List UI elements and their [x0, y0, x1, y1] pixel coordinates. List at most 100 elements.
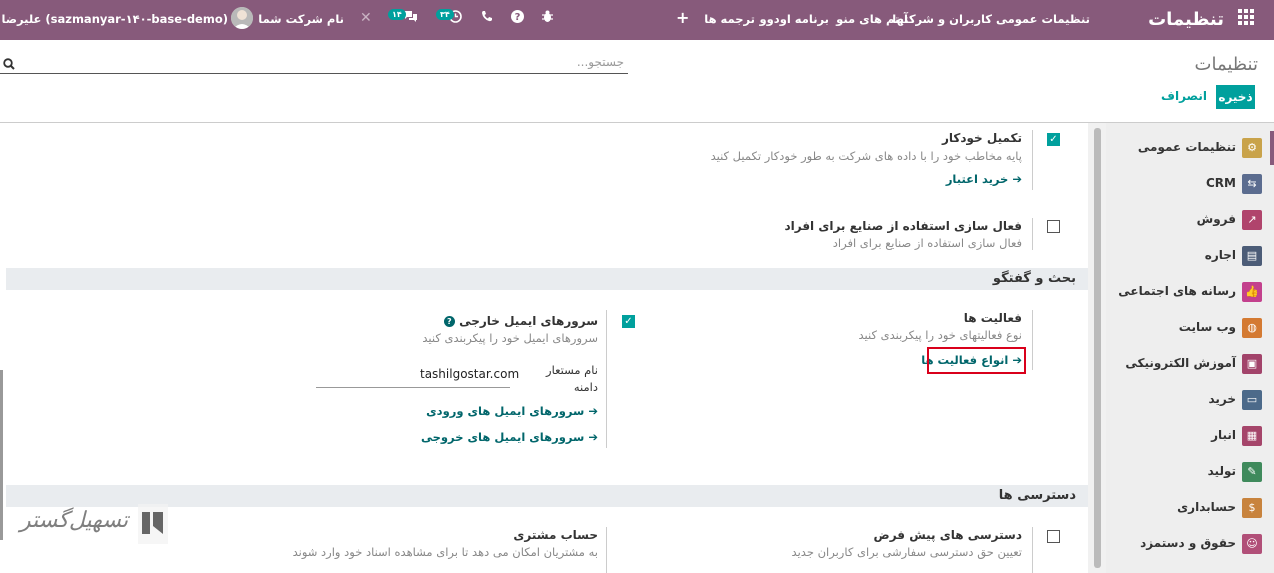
search-input[interactable]	[0, 50, 628, 74]
sidebar-item-sales[interactable]: ↗ فروش	[1106, 203, 1274, 239]
rental-icon: ▤	[1242, 246, 1262, 266]
help-icon[interactable]: ?	[511, 10, 524, 27]
elearning-icon: ▣	[1242, 354, 1262, 374]
app-title: تنظیمات	[1148, 9, 1224, 30]
user-menu[interactable]: علیرضا غضنفری (sazmanyar-۱۴۰-base-demo)	[0, 12, 228, 26]
arrow-right-icon: ➔	[1012, 172, 1022, 186]
sidebar-item-label: اجاره	[1204, 248, 1236, 262]
top-navbar: تنظیمات تنظیمات عمومی کاربران و شرکتها آ…	[0, 0, 1274, 40]
search-icon[interactable]	[3, 55, 15, 74]
industries-checkbox[interactable]	[1047, 220, 1060, 233]
svg-text:?: ?	[515, 12, 521, 23]
menu-items[interactable]: آیتم های منو	[836, 12, 908, 26]
messages-badge: ۱۴	[388, 9, 406, 20]
invoice-icon: $	[1242, 498, 1262, 518]
divider	[1032, 310, 1033, 370]
external-email-title: سرورهای ایمیل خارجی ?	[443, 314, 598, 328]
sidebar-item-social[interactable]: 👍 رسانه های اجتماعی	[1106, 275, 1274, 311]
autocomplete-title: تکمیل خودکار	[941, 131, 1022, 145]
sidebar-item-label: تولید	[1207, 464, 1236, 478]
page-title: تنظیمات	[1194, 54, 1258, 75]
control-panel-divider	[0, 122, 1274, 123]
buy-credits-label: خرید اعتبار	[945, 172, 1009, 186]
sidebar-item-label: آموزش الکترونیکی	[1125, 356, 1236, 370]
scrollbar-thumb[interactable]	[1094, 128, 1101, 568]
industries-desc: فعال سازی استفاده از صنایع برای افراد	[832, 236, 1022, 250]
bug-icon[interactable]	[541, 10, 554, 27]
watermark-mark-icon	[138, 504, 168, 544]
sidebar-item-label: فروش	[1196, 212, 1236, 226]
autocomplete-desc: پایه مخاطب خود را با داده های شرکت به طو…	[710, 149, 1022, 163]
sidebar-item-label: رسانه های اجتماعی	[1118, 284, 1236, 298]
sidebar-item-label: حسابداری	[1177, 500, 1236, 514]
discuss-section-header: بحث و گفتگو	[6, 268, 1088, 290]
buy-credits-link[interactable]: ➔ خرید اعتبار	[946, 172, 1022, 186]
phone-icon[interactable]	[481, 10, 493, 26]
external-email-desc: سرورهای ایمیل خود را پیکربندی کنید	[422, 331, 598, 345]
sidebar-item-label: تنظیمات عمومی	[1137, 140, 1236, 154]
alias-label: نام مستعار	[546, 363, 598, 377]
incoming-servers-link[interactable]: ➔ سرورهای ایمیل های ورودی	[426, 404, 598, 418]
arrow-right-icon: ➔	[588, 430, 598, 444]
sidebar-item-general[interactable]: ⚙ تنظیمات عمومی	[1106, 131, 1274, 167]
sidebar-item-website[interactable]: ◍ وب سایت	[1106, 311, 1274, 347]
customer-account-desc: به مشتریان امکان می دهد تا برای مشاهده ا…	[292, 545, 598, 559]
autocomplete-checkbox[interactable]: ✓	[1047, 133, 1060, 146]
outgoing-servers-label: سرورهای ایمیل های خروجی	[420, 430, 585, 444]
external-email-checkbox[interactable]: ✓	[622, 315, 635, 328]
access-section-title: دسترسی ها	[998, 488, 1076, 503]
sidebar-item-label: CRM	[1206, 176, 1236, 190]
menu-general-settings[interactable]: تنظیمات عمومی	[996, 12, 1090, 26]
domain-label: دامنه	[573, 380, 598, 394]
sidebar-item-purchase[interactable]: ▭ خرید	[1106, 383, 1274, 419]
divider	[606, 527, 607, 573]
card-icon: ▭	[1242, 390, 1262, 410]
menu-translations[interactable]: ترجمه ها	[704, 12, 755, 26]
divider	[1032, 527, 1033, 573]
highlight-box	[927, 347, 1026, 374]
company-switcher[interactable]: نام شرکت شما	[258, 12, 344, 26]
menu-odoo-apps[interactable]: برنامه اودوو	[760, 12, 830, 26]
outgoing-servers-link[interactable]: ➔ سرورهای ایمیل های خروجی	[421, 430, 598, 444]
discuss-section-title: بحث و گفتگو	[992, 271, 1076, 286]
box-icon: ▦	[1242, 426, 1262, 446]
settings-sidebar: ⚙ تنظیمات عمومی ⇆ CRM ↗ فروش ▤ اجاره 👍 ر…	[1106, 123, 1274, 573]
external-email-label: سرورهای ایمیل خارجی	[459, 314, 598, 328]
divider	[1032, 218, 1033, 250]
handshake-icon: ⇆	[1242, 174, 1262, 194]
domain-value: tashilgostar.com	[420, 367, 520, 381]
left-scroll-edge	[0, 370, 3, 540]
watermark-logo: تسهیل‌گستر	[20, 500, 170, 550]
sidebar-item-inventory[interactable]: ▦ انبار	[1106, 419, 1274, 455]
activities-title: فعالیت ها	[963, 311, 1022, 325]
incoming-servers-label: سرورهای ایمیل های ورودی	[426, 404, 585, 418]
sidebar-item-payroll[interactable]: ☺ حقوق و دستمزد	[1106, 527, 1274, 563]
sidebar-item-label: خرید	[1208, 392, 1236, 406]
payroll-icon: ☺	[1242, 534, 1262, 554]
plus-icon[interactable]: +	[676, 8, 689, 27]
customer-account-title: حساب مشتری	[513, 528, 598, 542]
industries-title: فعال سازی استفاده از صنایع برای افراد	[784, 219, 1022, 233]
default-access-desc: تعیین حق دسترسی سفارشی برای کاربران جدید	[791, 545, 1022, 559]
sidebar-item-crm[interactable]: ⇆ CRM	[1106, 167, 1274, 203]
close-icon[interactable]: ✕	[360, 10, 372, 26]
sidebar-item-label: انبار	[1211, 428, 1236, 442]
gear-icon: ⚙	[1242, 138, 1262, 158]
sidebar-item-manufacturing[interactable]: ✎ تولید	[1106, 455, 1274, 491]
sidebar-item-accounting[interactable]: $ حسابداری	[1106, 491, 1274, 527]
divider	[606, 310, 607, 448]
apps-menu-icon[interactable]	[1238, 9, 1254, 29]
sidebar-item-label: وب سایت	[1178, 320, 1236, 334]
sidebar-item-rental[interactable]: ▤ اجاره	[1106, 239, 1274, 275]
chart-icon: ↗	[1242, 210, 1262, 230]
divider	[1032, 130, 1033, 190]
sidebar-item-label: حقوق و دستمزد	[1140, 536, 1236, 550]
default-access-title: دسترسی های پیش فرض	[873, 528, 1022, 542]
save-button[interactable]: ذخیره	[1216, 85, 1255, 109]
help-icon[interactable]: ?	[443, 316, 455, 327]
sidebar-item-elearning[interactable]: ▣ آموزش الکترونیکی	[1106, 347, 1274, 383]
avatar	[231, 7, 253, 29]
discard-button[interactable]: انصراف	[1161, 89, 1207, 103]
default-access-checkbox[interactable]	[1047, 530, 1060, 543]
wrench-icon: ✎	[1242, 462, 1262, 482]
